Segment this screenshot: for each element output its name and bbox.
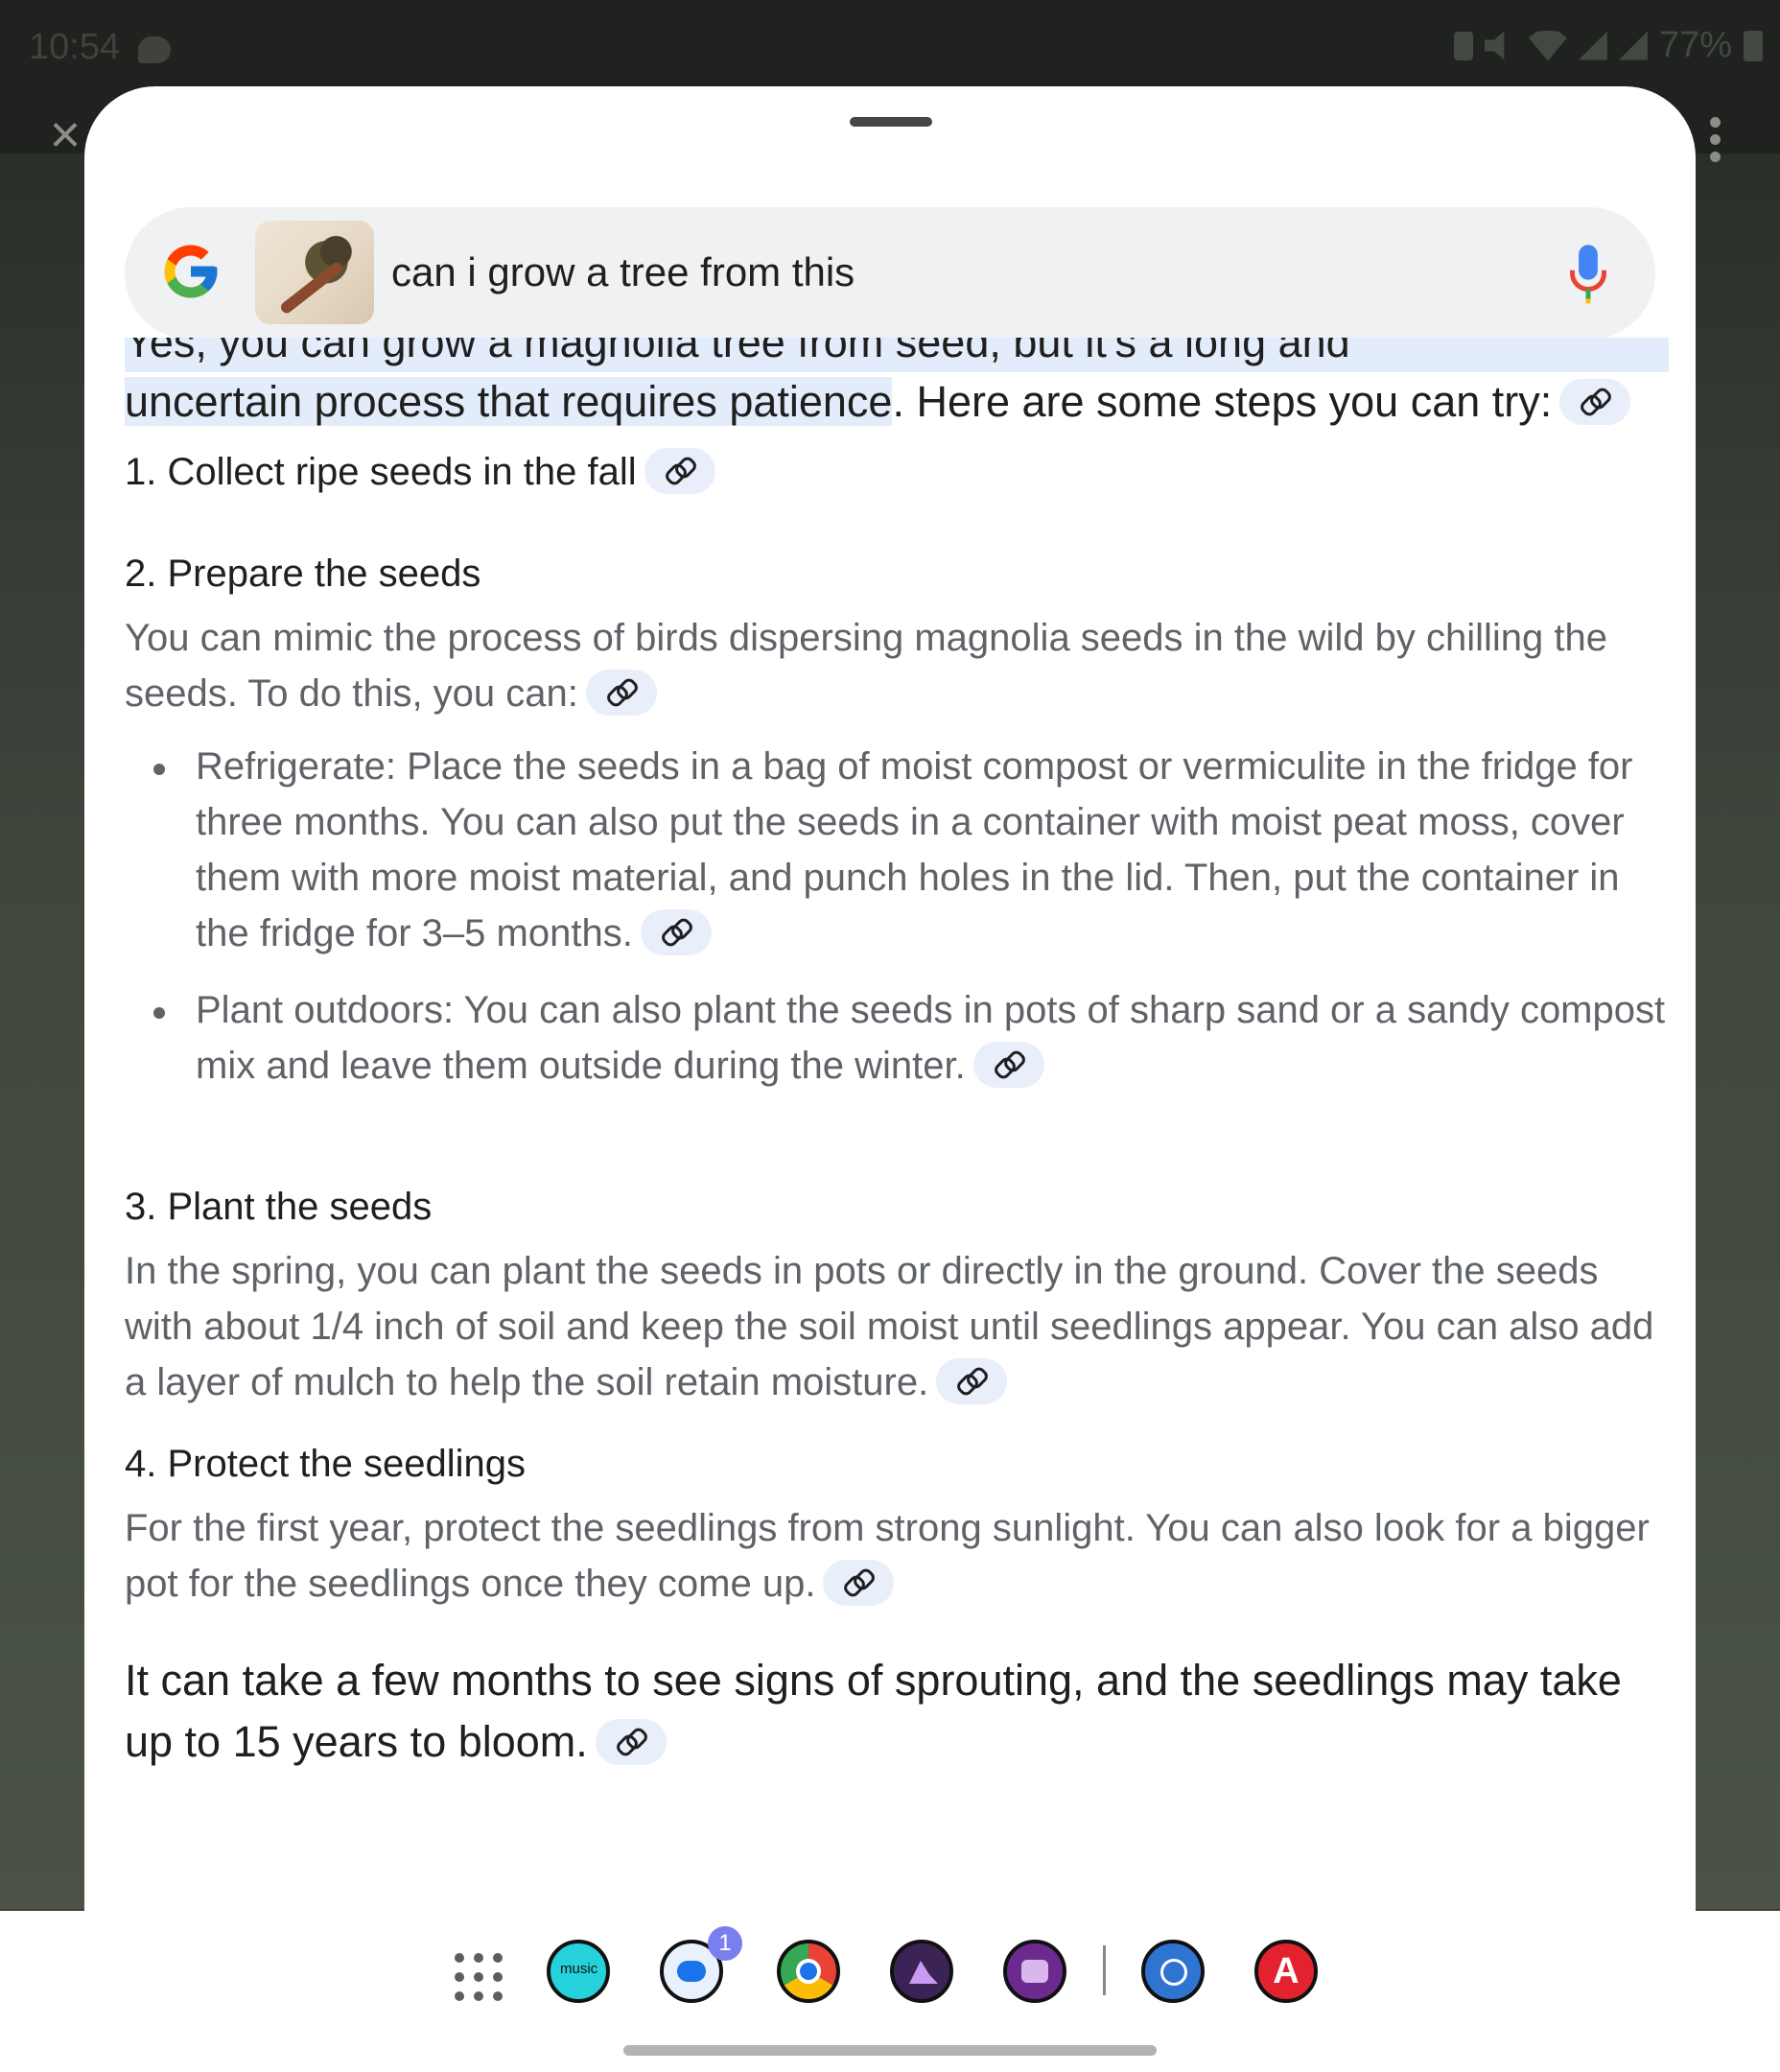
step-heading: 4. Protect the seedlings — [125, 1443, 527, 1485]
search-query[interactable]: can i grow a tree from this — [391, 249, 855, 295]
source-link-icon[interactable] — [972, 1042, 1044, 1089]
sheet-drag-handle[interactable] — [850, 117, 932, 127]
source-link-icon[interactable] — [595, 1719, 667, 1766]
battery-saver-icon — [1453, 31, 1473, 60]
answer-highlight: uncertain process that requires patience — [125, 377, 893, 426]
list-item: Plant outdoors: You can also plant the s… — [125, 982, 1669, 1094]
answer-intro-cut-line: Yes, you can grow a magnolia tree from s… — [125, 338, 1669, 372]
bullet-list: Refrigerate: Place the seeds in a bag of… — [125, 739, 1669, 1094]
amazon-music-icon[interactable]: music — [547, 1940, 610, 2003]
list-item: Refrigerate: Place the seeds in a bag of… — [125, 739, 1669, 961]
microphone-icon[interactable] — [1569, 242, 1607, 305]
close-icon[interactable]: × — [44, 107, 86, 161]
query-image-thumbnail[interactable] — [255, 221, 374, 324]
step-body: You can mimic the process of birds dispe… — [125, 617, 1607, 717]
chrome-icon[interactable] — [777, 1940, 840, 2003]
step-body: In the spring, you can plant the seeds i… — [125, 1250, 1654, 1405]
search-bar[interactable]: can i grow a tree from this — [125, 207, 1655, 340]
answer-outro: It can take a few months to see signs of… — [125, 1656, 1622, 1766]
answer-intro-rest: . Here are some steps you can try: — [892, 377, 1553, 426]
answer-content: Yes, you can grow a magnolia tree from s… — [125, 338, 1669, 1773]
mute-icon — [1484, 31, 1505, 60]
signal-icon-2 — [1618, 31, 1648, 60]
battery-percent: 77% — [1658, 25, 1732, 65]
source-link-icon[interactable] — [585, 670, 657, 717]
wifi-icon — [1528, 30, 1567, 61]
google-logo-icon — [164, 245, 218, 298]
apps-grid-icon[interactable] — [455, 1953, 503, 2001]
status-time: 10:54 — [29, 27, 121, 67]
red-app-icon[interactable]: A — [1254, 1940, 1318, 2003]
source-link-icon[interactable] — [644, 448, 715, 495]
source-link-icon[interactable] — [823, 1560, 895, 1607]
status-icons: 77% — [1453, 25, 1763, 66]
more-options-icon[interactable] — [1707, 117, 1722, 163]
source-link-icon[interactable] — [1559, 379, 1631, 426]
chat-notification-icon — [138, 36, 171, 63]
step-body: For the first year, protect the seedling… — [125, 1507, 1650, 1607]
results-sheet: can i grow a tree from this Yes, you can… — [84, 86, 1696, 1911]
gallery-icon[interactable] — [890, 1940, 953, 2003]
source-link-icon[interactable] — [640, 909, 712, 956]
home-indicator[interactable] — [623, 2045, 1157, 2056]
step-heading: 1. Collect ripe seeds in the fall — [125, 445, 1669, 499]
taskbar: music 1 A — [0, 1911, 1780, 2072]
blue-app-icon[interactable] — [1141, 1940, 1205, 2003]
answer-intro: Yes, you can grow a magnolia tree from s… — [125, 338, 1669, 432]
battery-icon — [1744, 30, 1763, 61]
notification-badge: 1 — [708, 1926, 742, 1961]
source-link-icon[interactable] — [936, 1358, 1008, 1405]
step-heading: 2. Prepare the seeds — [125, 553, 481, 595]
taskbar-divider — [1103, 1945, 1106, 1995]
step-heading: 3. Plant the seeds — [125, 1186, 433, 1228]
signal-icon — [1578, 31, 1607, 60]
camera-icon[interactable] — [1003, 1940, 1066, 2003]
